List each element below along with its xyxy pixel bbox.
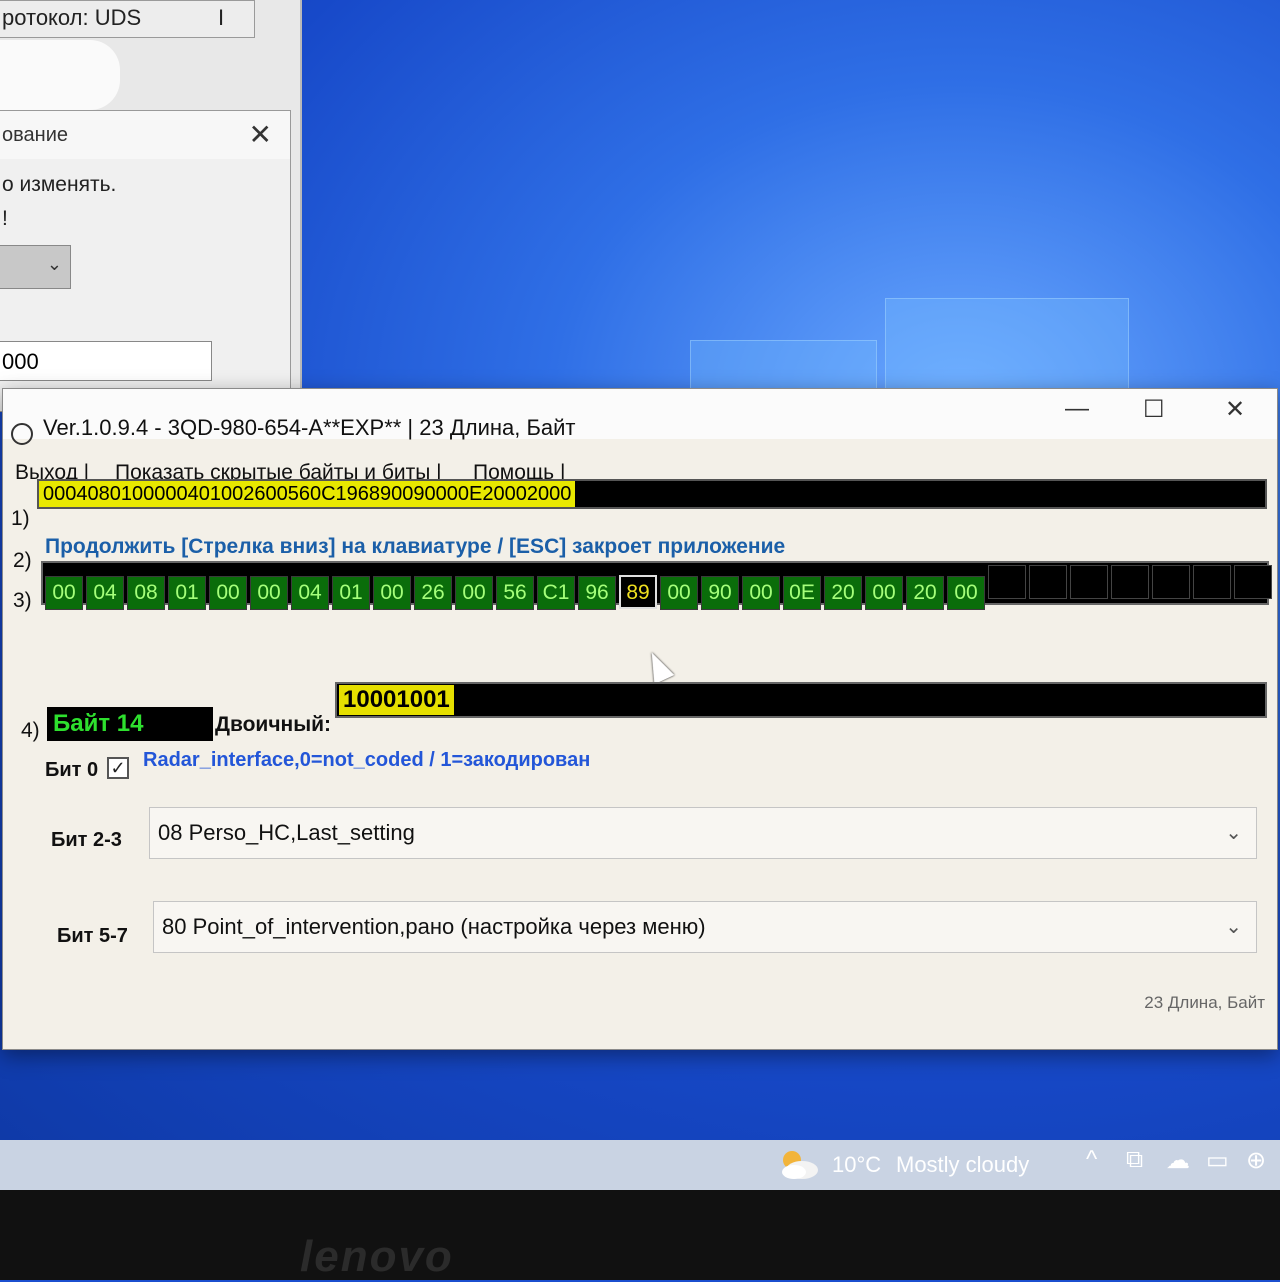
bit0-description[interactable]: Radar_interface,0=not_coded / 1=закодиро… xyxy=(143,749,590,772)
binary-field[interactable]: 10001001 xyxy=(335,682,1267,718)
protocol-marker: I xyxy=(218,5,225,30)
background-dialog: ование ✕ о изменять. ! ⌄ 000 xyxy=(0,110,291,412)
dialog-value-field[interactable]: 000 xyxy=(0,341,212,381)
byte-cell[interactable]: 00 xyxy=(947,576,985,610)
bit23-label: Бит 2-3 xyxy=(51,829,122,851)
network-icon[interactable]: ☁ xyxy=(1166,1146,1190,1175)
byte-cell[interactable]: 00 xyxy=(250,576,288,610)
byte-cell[interactable]: C1 xyxy=(537,576,575,610)
close-button[interactable]: ✕ xyxy=(1225,395,1245,424)
battery-icon[interactable]: ▭ xyxy=(1206,1146,1229,1175)
dialog-titlebar: ование ✕ xyxy=(0,111,290,159)
byte-cell[interactable]: 00 xyxy=(373,576,411,610)
dialog-close-icon[interactable]: ✕ xyxy=(249,111,272,159)
byte-cell-empty[interactable] xyxy=(1111,565,1149,599)
app-icon xyxy=(11,423,33,445)
window-title: Ver.1.0.9.4 - 3QD-980-654-A**EXP** | 23 … xyxy=(43,415,576,440)
dialog-combo[interactable]: ⌄ xyxy=(0,245,71,289)
hex-string-value: 0004080100000401002600560C196890090000E2… xyxy=(39,481,576,507)
byte-cell-empty[interactable] xyxy=(1234,565,1272,599)
hex-string-field[interactable]: 0004080100000401002600560C196890090000E2… xyxy=(37,479,1267,509)
byte-cell[interactable]: 00 xyxy=(742,576,780,610)
hint-text: Продолжить [Стрелка вниз] на клавиатуре … xyxy=(45,535,786,558)
bit57-value: 80 Point_of_intervention,рано (настройка… xyxy=(162,914,706,939)
byte-cell[interactable]: 0E xyxy=(783,576,821,610)
row-label-4: 4) xyxy=(21,719,40,742)
byte-cell[interactable]: 00 xyxy=(660,576,698,610)
bit23-value: 08 Perso_HC,Last_setting xyxy=(158,820,415,845)
bit57-label: Бит 5-7 xyxy=(57,925,128,947)
row-label-1: 1) xyxy=(11,507,30,530)
binary-label: Двоичный: xyxy=(215,713,332,736)
chevron-down-icon: ⌄ xyxy=(46,254,62,274)
titlebar: Ver.1.0.9.4 - 3QD-980-654-A**EXP** | 23 … xyxy=(3,389,1277,445)
byte-cell[interactable]: 00 xyxy=(455,576,493,610)
bit0-label: Бит 0 xyxy=(45,759,99,781)
maximize-button[interactable]: ☐ xyxy=(1143,395,1165,424)
byte-cell[interactable]: 56 xyxy=(496,576,534,610)
dialog-message-2: ! xyxy=(2,207,8,230)
status-bar-text: 23 Длина, Байт xyxy=(1144,993,1265,1012)
row-label-2: 2) xyxy=(13,549,32,572)
byte-cell[interactable]: 96 xyxy=(578,576,616,610)
byte-cell-empty[interactable] xyxy=(1152,565,1190,599)
monitor-bezel xyxy=(0,1190,1280,1280)
weather-temperature[interactable]: 10°C xyxy=(832,1152,881,1178)
byte-cell[interactable]: 90 xyxy=(701,576,739,610)
byte-cell[interactable]: 00 xyxy=(209,576,247,610)
coding-app-window: Ver.1.0.9.4 - 3QD-980-654-A**EXP** | 23 … xyxy=(2,388,1278,1050)
row-label-3: 3) xyxy=(13,589,32,612)
windows-logo-pane xyxy=(885,298,1129,392)
protocol-text: ротокол: UDS xyxy=(2,5,142,30)
dialog-message: о изменять. xyxy=(2,173,117,196)
mouse-pointer-icon xyxy=(641,647,675,685)
byte-cell[interactable]: 01 xyxy=(332,576,370,610)
chevron-down-icon: ⌄ xyxy=(1225,916,1242,938)
byte-cell[interactable]: 01 xyxy=(168,576,206,610)
meet-now-icon[interactable]: ⧉ xyxy=(1126,1146,1143,1174)
background-panel xyxy=(0,40,120,110)
weather-description[interactable]: Mostly cloudy xyxy=(896,1152,1029,1178)
byte-cell-empty[interactable] xyxy=(988,565,1026,599)
byte-cell[interactable]: 04 xyxy=(291,576,329,610)
byte-cell[interactable]: 04 xyxy=(86,576,124,610)
byte-cell-empty[interactable] xyxy=(1193,565,1231,599)
chevron-down-icon: ⌄ xyxy=(1225,822,1242,844)
byte-grid: 00 04 08 01 00 00 04 01 00 26 00 56 C1 96 89 00 90 00 0E 20… xyxy=(41,561,1272,610)
byte-cell[interactable]: 20 xyxy=(906,576,944,610)
byte-cell-empty[interactable] xyxy=(1070,565,1108,599)
byte-cell[interactable]: 20 xyxy=(824,576,862,610)
byte-cell[interactable]: 00 xyxy=(865,576,903,610)
bit0-checkbox[interactable]: ✓ xyxy=(107,757,129,779)
byte-cell-empty[interactable] xyxy=(1029,565,1067,599)
bit23-select[interactable]: 08 Perso_HC,Last_setting ⌄ xyxy=(149,807,1257,859)
brand-logo: lenovo xyxy=(300,1232,454,1281)
taskbar: 10°C Mostly cloudy ^ ⧉ ☁ ▭ ⊕ xyxy=(0,1140,1280,1190)
binary-value: 10001001 xyxy=(339,685,454,715)
tray-overflow-icon[interactable]: ^ xyxy=(1086,1146,1097,1174)
dialog-title: ование xyxy=(2,124,68,146)
byte-cell[interactable]: 08 xyxy=(127,576,165,610)
minimize-button[interactable]: — xyxy=(1065,395,1089,423)
bit57-select[interactable]: 80 Point_of_intervention,рано (настройка… xyxy=(153,901,1257,953)
byte-cell[interactable]: 89 xyxy=(619,575,657,609)
cloud-sun-icon[interactable] xyxy=(776,1148,820,1180)
byte-cell[interactable]: 00 xyxy=(45,576,83,610)
protocol-label: ротокол: UDS I xyxy=(0,0,255,38)
language-globe-icon[interactable]: ⊕ xyxy=(1246,1146,1266,1175)
byte-cell[interactable]: 26 xyxy=(414,576,452,610)
selected-byte-label: Байт 14 xyxy=(47,707,213,741)
